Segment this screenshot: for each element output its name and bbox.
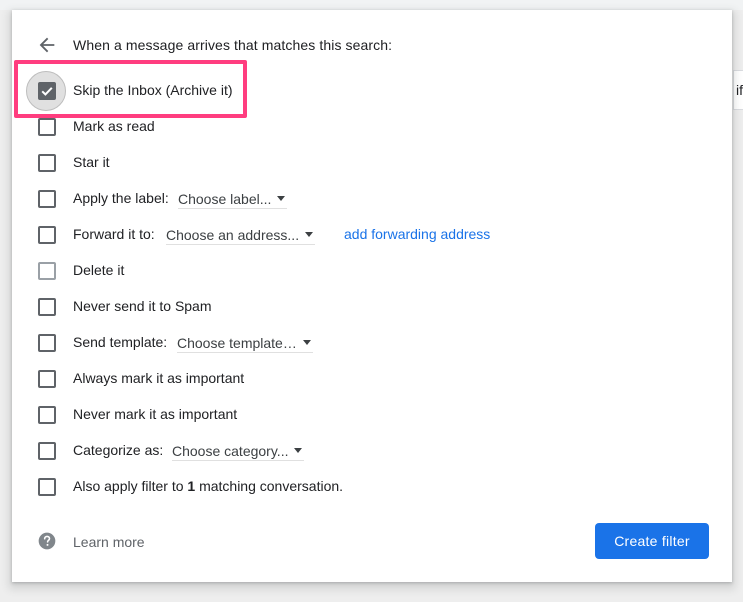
option-label: Also apply filter to 1 matching conversa…: [73, 478, 343, 494]
background-strip: [0, 0, 743, 10]
option-send-template[interactable]: Send template: Choose template…: [12, 331, 732, 355]
dialog-title: When a message arrives that matches this…: [73, 37, 393, 53]
template-select[interactable]: Choose template…: [177, 331, 313, 353]
also-apply-checkbox[interactable]: [38, 478, 56, 496]
skip-inbox-checkbox[interactable]: [38, 82, 56, 100]
option-apply-label[interactable]: Apply the label: Choose label...: [12, 187, 732, 211]
apply-label-checkbox[interactable]: [38, 190, 56, 208]
option-label: Skip the Inbox (Archive it): [73, 82, 233, 98]
always-important-checkbox[interactable]: [38, 370, 56, 388]
option-also-apply[interactable]: Also apply filter to 1 matching conversa…: [12, 475, 732, 499]
forward-checkbox[interactable]: [38, 226, 56, 244]
caret-down-icon: [302, 340, 311, 345]
star-it-checkbox[interactable]: [38, 154, 56, 172]
option-star-it[interactable]: Star it: [12, 151, 732, 175]
option-label: Always mark it as important: [73, 370, 245, 386]
delete-it-checkbox[interactable]: [38, 262, 56, 280]
option-skip-inbox[interactable]: Skip the Inbox (Archive it): [12, 71, 732, 111]
label-select[interactable]: Choose label...: [178, 187, 288, 209]
option-label: Apply the label:: [73, 190, 169, 206]
option-label: Send template:: [73, 334, 168, 350]
category-select[interactable]: Choose category...: [172, 439, 305, 461]
caret-down-icon: [294, 448, 303, 453]
learn-more-link[interactable]: Learn more: [73, 534, 145, 550]
never-spam-checkbox[interactable]: [38, 298, 56, 316]
option-always-important[interactable]: Always mark it as important: [12, 367, 732, 391]
caret-down-icon: [277, 196, 286, 201]
option-mark-as-read[interactable]: Mark as read: [12, 115, 732, 139]
send-template-checkbox[interactable]: [38, 334, 56, 352]
option-label: Categorize as:: [73, 442, 164, 458]
add-forwarding-address-link[interactable]: add forwarding address: [344, 226, 490, 242]
option-forward[interactable]: Forward it to: Choose an address... add …: [12, 223, 732, 247]
select-value: Choose an address...: [166, 227, 300, 243]
option-categorize[interactable]: Categorize as: Choose category...: [12, 439, 732, 463]
option-delete-it[interactable]: Delete it: [12, 259, 732, 283]
dialog-header: When a message arrives that matches this…: [12, 34, 732, 56]
select-value: Choose category...: [172, 443, 289, 459]
help-circle-icon[interactable]: [37, 531, 57, 551]
mark-as-read-checkbox[interactable]: [38, 118, 56, 136]
create-filter-button[interactable]: Create filter: [595, 523, 709, 559]
address-select[interactable]: Choose an address...: [166, 223, 316, 245]
filter-dialog: When a message arrives that matches this…: [12, 10, 732, 582]
option-never-important[interactable]: Never mark it as important: [12, 403, 732, 427]
option-never-spam[interactable]: Never send it to Spam: [12, 295, 732, 319]
option-label: Forward it to:: [73, 226, 155, 242]
select-value: Choose template…: [177, 335, 297, 351]
option-label: Never mark it as important: [73, 406, 238, 422]
select-value: Choose label...: [178, 191, 272, 207]
never-important-checkbox[interactable]: [38, 406, 56, 424]
categorize-checkbox[interactable]: [38, 442, 56, 460]
option-label: Star it: [73, 154, 110, 170]
option-label: Delete it: [73, 262, 125, 278]
background-input-edge: if: [733, 70, 743, 110]
also-apply-text-post: matching conversation.: [195, 478, 344, 494]
option-label: Never send it to Spam: [73, 298, 212, 314]
option-label: Mark as read: [73, 118, 155, 134]
arrow-left-icon[interactable]: [36, 34, 58, 56]
caret-down-icon: [305, 232, 314, 237]
also-apply-text-pre: Also apply filter to: [73, 478, 188, 494]
checkmark-icon: [41, 87, 53, 96]
